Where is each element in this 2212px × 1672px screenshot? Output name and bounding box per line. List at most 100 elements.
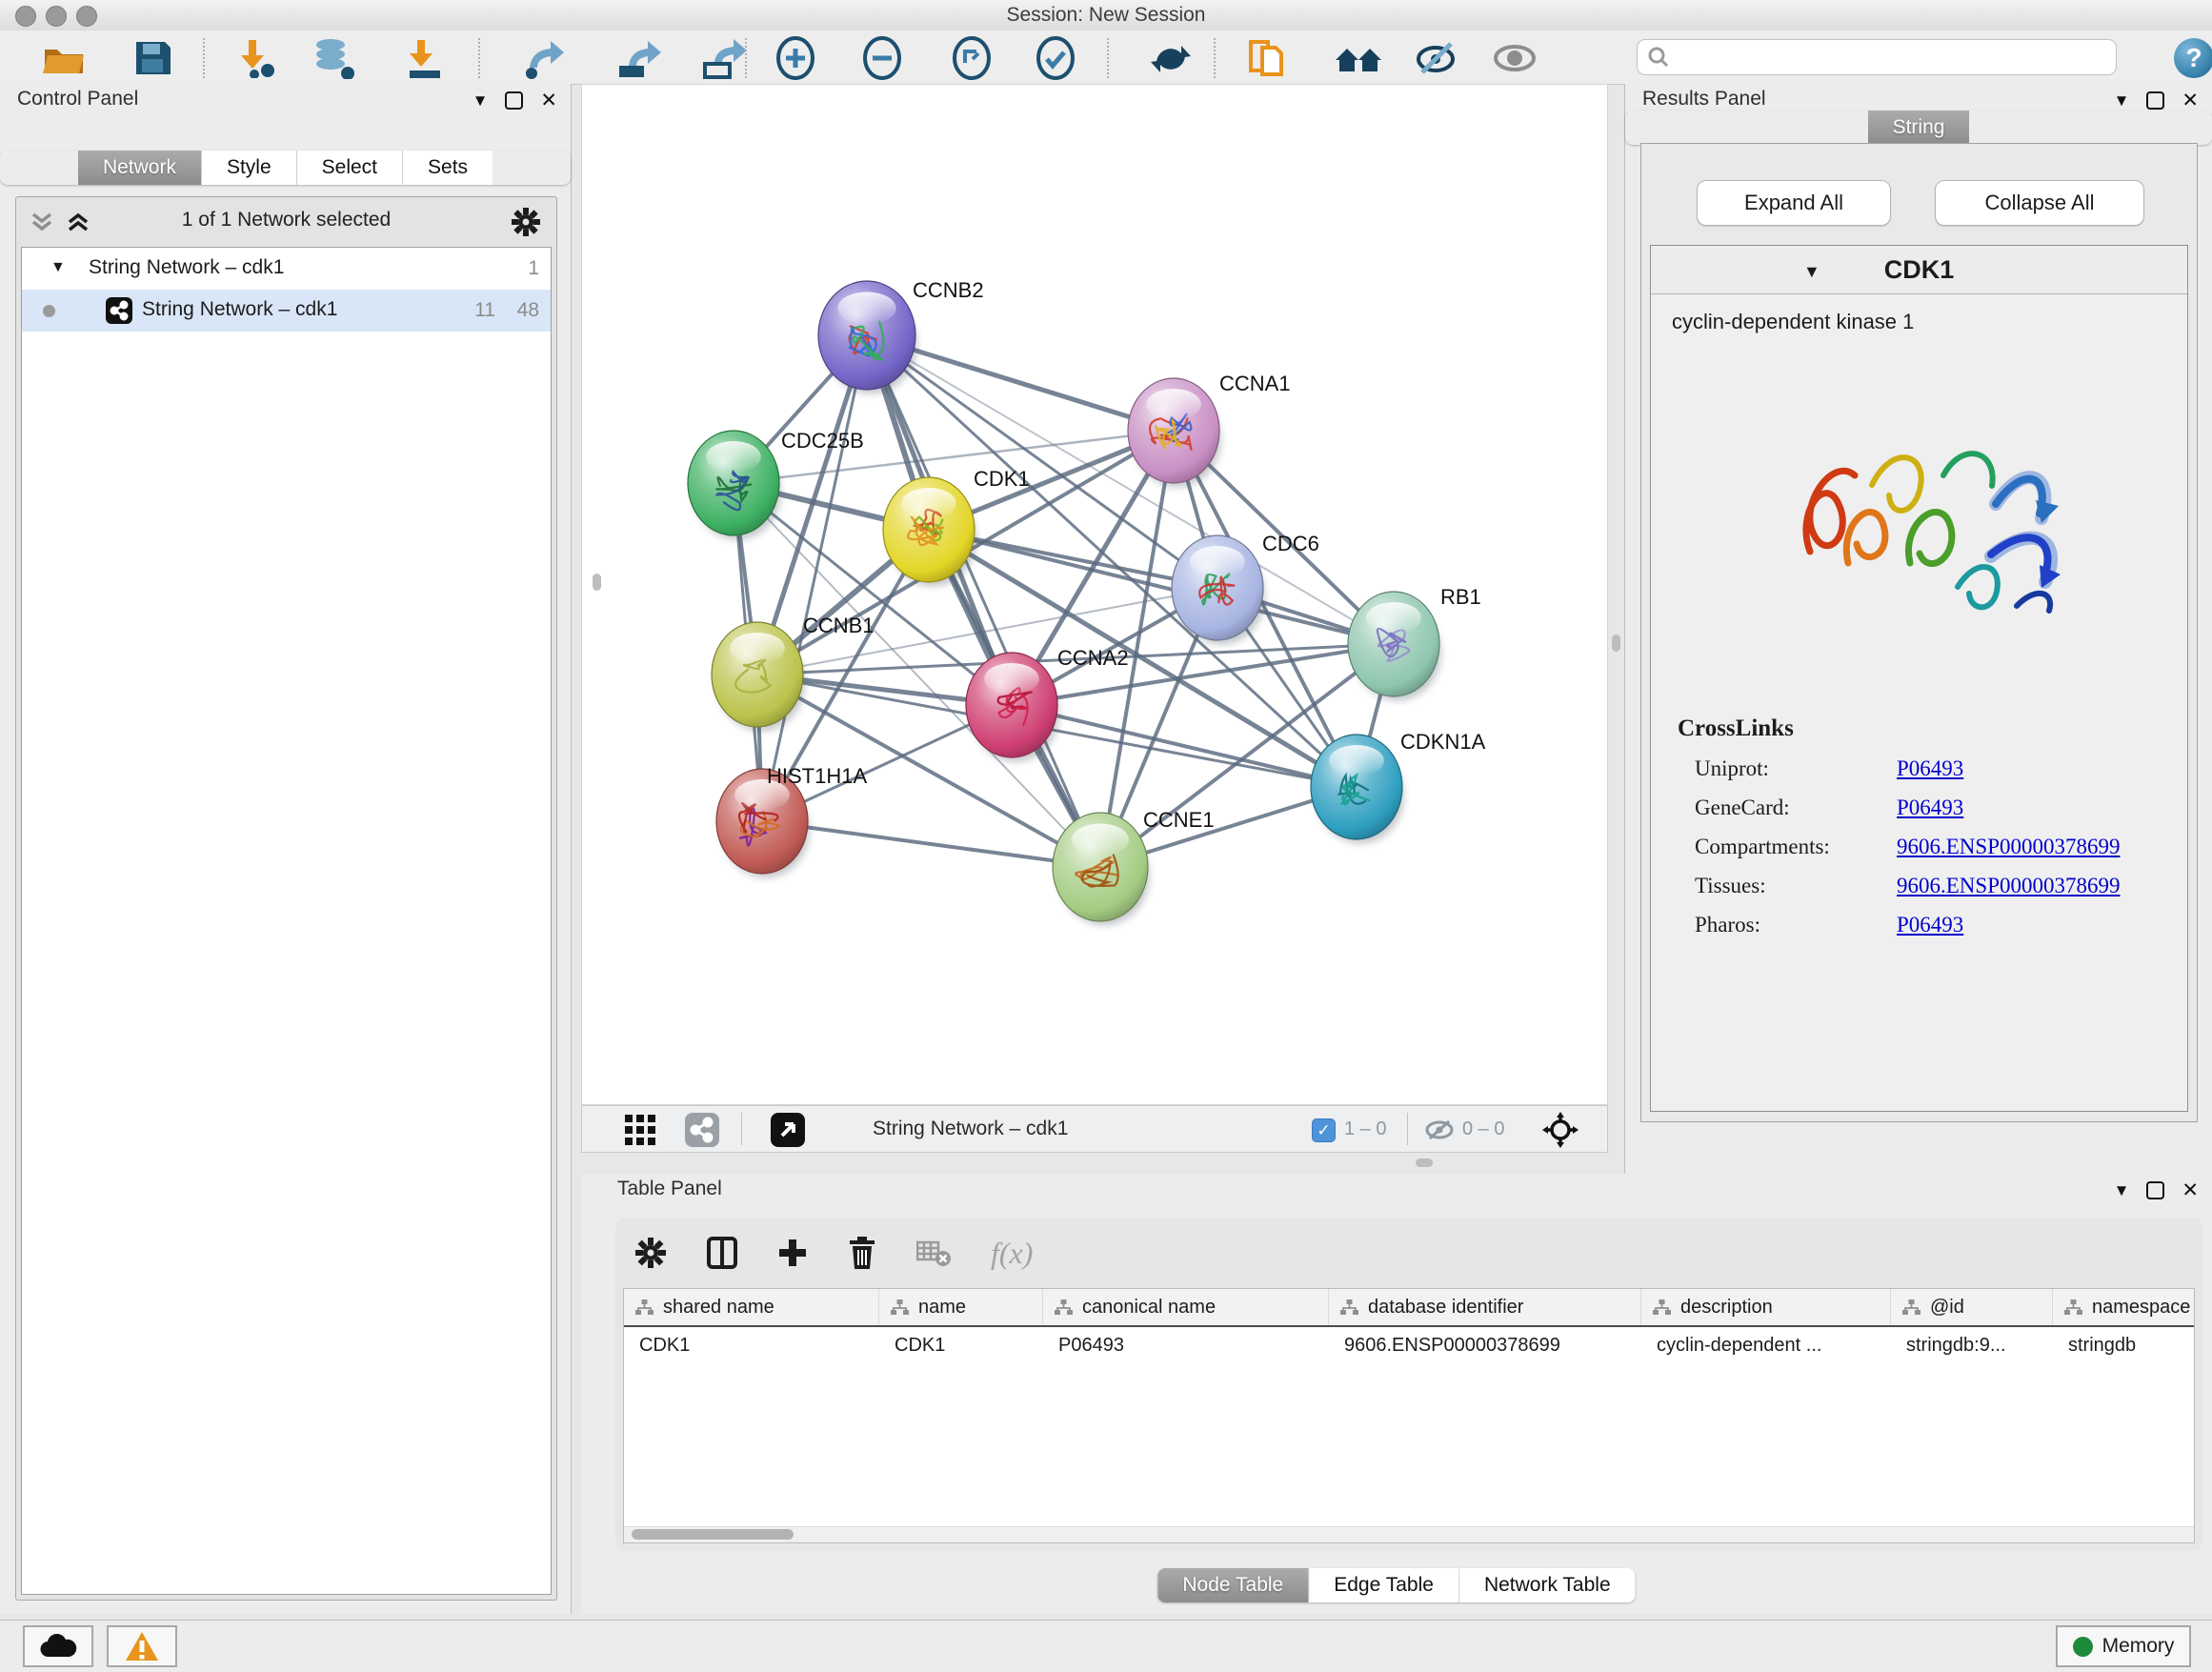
cloud-button[interactable] bbox=[23, 1625, 93, 1667]
tab-network[interactable]: Network bbox=[78, 151, 202, 185]
tab-select[interactable]: Select bbox=[297, 151, 403, 185]
import-database-icon[interactable] bbox=[306, 36, 361, 80]
import-table-icon[interactable] bbox=[396, 36, 452, 80]
panel-maximize-icon[interactable] bbox=[505, 91, 523, 110]
crosslink-label: Compartments: bbox=[1695, 835, 1897, 859]
help-icon[interactable]: ? bbox=[2174, 38, 2212, 78]
export-network-icon[interactable] bbox=[515, 36, 571, 80]
selected-count: 1 – 0 bbox=[1344, 1118, 1386, 1140]
column-header-shared-name[interactable]: shared name bbox=[624, 1289, 879, 1325]
refresh-icon[interactable] bbox=[1143, 36, 1198, 80]
splitter-handle[interactable] bbox=[593, 574, 601, 591]
tab-network-table[interactable]: Network Table bbox=[1459, 1568, 1636, 1602]
column-header-database-identifier[interactable]: database identifier bbox=[1329, 1289, 1641, 1325]
node-CDC25B[interactable] bbox=[688, 431, 781, 540]
zoom-out-icon[interactable] bbox=[855, 36, 910, 80]
panel-float-icon[interactable]: ▼ bbox=[473, 91, 489, 111]
node-RB1[interactable] bbox=[1348, 592, 1441, 701]
search-icon bbox=[1647, 46, 1670, 69]
zoom-in-icon[interactable] bbox=[768, 36, 823, 80]
eye-icon[interactable] bbox=[1487, 36, 1542, 80]
footer-separator bbox=[1407, 1113, 1408, 1145]
pan-crosshair-icon[interactable] bbox=[1542, 1112, 1579, 1148]
show-columns-icon[interactable] bbox=[707, 1237, 737, 1269]
gene-collapse-icon[interactable]: ▼ bbox=[1803, 262, 1820, 282]
column-header-canonical-name[interactable]: canonical name bbox=[1043, 1289, 1329, 1325]
tab-style[interactable]: Style bbox=[202, 151, 297, 185]
window-zoom-button[interactable] bbox=[76, 6, 97, 27]
panel-close-icon[interactable]: ✕ bbox=[540, 89, 557, 112]
network-panel-box: 1 of 1 Network selected ▼ String Network… bbox=[15, 196, 557, 1601]
panel-close-icon[interactable]: ✕ bbox=[2182, 89, 2199, 112]
node-CDKN1A[interactable] bbox=[1311, 735, 1404, 844]
crosslink-genecard-link[interactable]: P06493 bbox=[1897, 796, 1963, 820]
warnings-button[interactable] bbox=[107, 1625, 177, 1667]
splitter-handle[interactable] bbox=[1612, 635, 1620, 652]
node-CCNE1[interactable] bbox=[1053, 813, 1150, 925]
column-header--id[interactable]: @id bbox=[1891, 1289, 2053, 1325]
zoom-fit-icon[interactable] bbox=[944, 36, 999, 80]
node-CCNA1[interactable] bbox=[1128, 378, 1221, 488]
search-input[interactable] bbox=[1637, 39, 2117, 75]
panel-close-icon[interactable]: ✕ bbox=[2182, 1178, 2199, 1202]
selected-checkbox-icon[interactable]: ✓ bbox=[1312, 1118, 1336, 1142]
copy-icon[interactable] bbox=[1240, 36, 1296, 80]
node-CCNB2[interactable] bbox=[818, 281, 916, 393]
zoom-selected-icon[interactable] bbox=[1028, 36, 1083, 80]
export-image-icon[interactable] bbox=[696, 36, 752, 80]
node-CCNB1[interactable] bbox=[712, 622, 805, 732]
horizontal-scrollbar[interactable] bbox=[624, 1526, 2194, 1542]
collapse-all-button[interactable]: Collapse All bbox=[1935, 180, 2144, 226]
save-session-icon[interactable] bbox=[126, 36, 181, 80]
crosslink-uniprot-link[interactable]: P06493 bbox=[1897, 756, 1963, 781]
column-header-name[interactable]: name bbox=[879, 1289, 1043, 1325]
export-table-icon[interactable] bbox=[611, 36, 666, 80]
create-column-icon[interactable] bbox=[777, 1238, 808, 1268]
network-row[interactable]: String Network – cdk1 11 48 bbox=[22, 290, 551, 332]
hidden-eye-icon[interactable] bbox=[1424, 1118, 1455, 1141]
function-builder-icon[interactable]: f(x) bbox=[991, 1236, 1033, 1271]
tab-string[interactable]: String bbox=[1868, 111, 1970, 145]
network-collection-row[interactable]: ▼ String Network – cdk1 1 bbox=[22, 248, 551, 290]
network-options-gear-icon[interactable] bbox=[511, 207, 541, 237]
panel-float-icon[interactable]: ▼ bbox=[2114, 1181, 2130, 1200]
crosslink-compartments-link[interactable]: 9606.ENSP00000378699 bbox=[1897, 835, 2121, 859]
show-hide-graphics-icon[interactable] bbox=[1408, 36, 1463, 80]
crosslink-tissues-link[interactable]: 9606.ENSP00000378699 bbox=[1897, 874, 2121, 898]
node-label-CCNB2: CCNB2 bbox=[913, 278, 984, 302]
table-options-gear-icon[interactable] bbox=[634, 1237, 667, 1269]
column-header-description[interactable]: description bbox=[1641, 1289, 1891, 1325]
tab-edge-table[interactable]: Edge Table bbox=[1309, 1568, 1459, 1602]
scrollbar-thumb[interactable] bbox=[632, 1529, 794, 1540]
table-row[interactable]: CDK1CDK1P064939606.ENSP00000378699cyclin… bbox=[624, 1327, 2194, 1363]
node-CCNA2[interactable] bbox=[966, 653, 1059, 762]
splitter-handle[interactable] bbox=[1416, 1158, 1433, 1167]
open-session-icon[interactable] bbox=[36, 36, 91, 80]
memory-button[interactable]: Memory bbox=[2056, 1625, 2191, 1667]
network-canvas[interactable]: CCNB2CCNA1CDC25BCDK1CDC6RB1CCNB1CCNA2CDK… bbox=[581, 84, 1608, 1105]
window-close-button[interactable] bbox=[15, 6, 36, 27]
panel-maximize-icon[interactable] bbox=[2146, 1181, 2164, 1199]
window-minimize-button[interactable] bbox=[46, 6, 67, 27]
import-network-icon[interactable] bbox=[228, 36, 283, 80]
birds-eye-view-icon[interactable] bbox=[771, 1113, 805, 1147]
tab-sets[interactable]: Sets bbox=[403, 151, 493, 185]
network-share-icon[interactable] bbox=[685, 1113, 719, 1147]
search-field[interactable] bbox=[1670, 46, 2116, 70]
delete-column-icon[interactable] bbox=[848, 1237, 876, 1269]
gene-section-header[interactable]: ▼ CDK1 bbox=[1651, 246, 2187, 294]
node-CDK1[interactable] bbox=[883, 477, 976, 587]
panel-maximize-icon[interactable] bbox=[2146, 91, 2164, 110]
node-label-CDKN1A: CDKN1A bbox=[1400, 730, 1486, 754]
collection-expand-icon[interactable]: ▼ bbox=[50, 259, 66, 276]
home-icon[interactable] bbox=[1331, 36, 1386, 80]
tab-node-table[interactable]: Node Table bbox=[1157, 1568, 1309, 1602]
delete-table-icon[interactable] bbox=[916, 1239, 951, 1266]
expand-all-button[interactable]: Expand All bbox=[1697, 180, 1891, 226]
grid-view-icon[interactable] bbox=[625, 1115, 657, 1145]
panel-float-icon[interactable]: ▼ bbox=[2114, 91, 2130, 111]
column-header-namespace[interactable]: namespace bbox=[2053, 1289, 2195, 1325]
cell: CDK1 bbox=[879, 1335, 1043, 1357]
cell: stringdb:9... bbox=[1891, 1335, 2053, 1357]
crosslink-pharos-link[interactable]: P06493 bbox=[1897, 913, 1963, 937]
